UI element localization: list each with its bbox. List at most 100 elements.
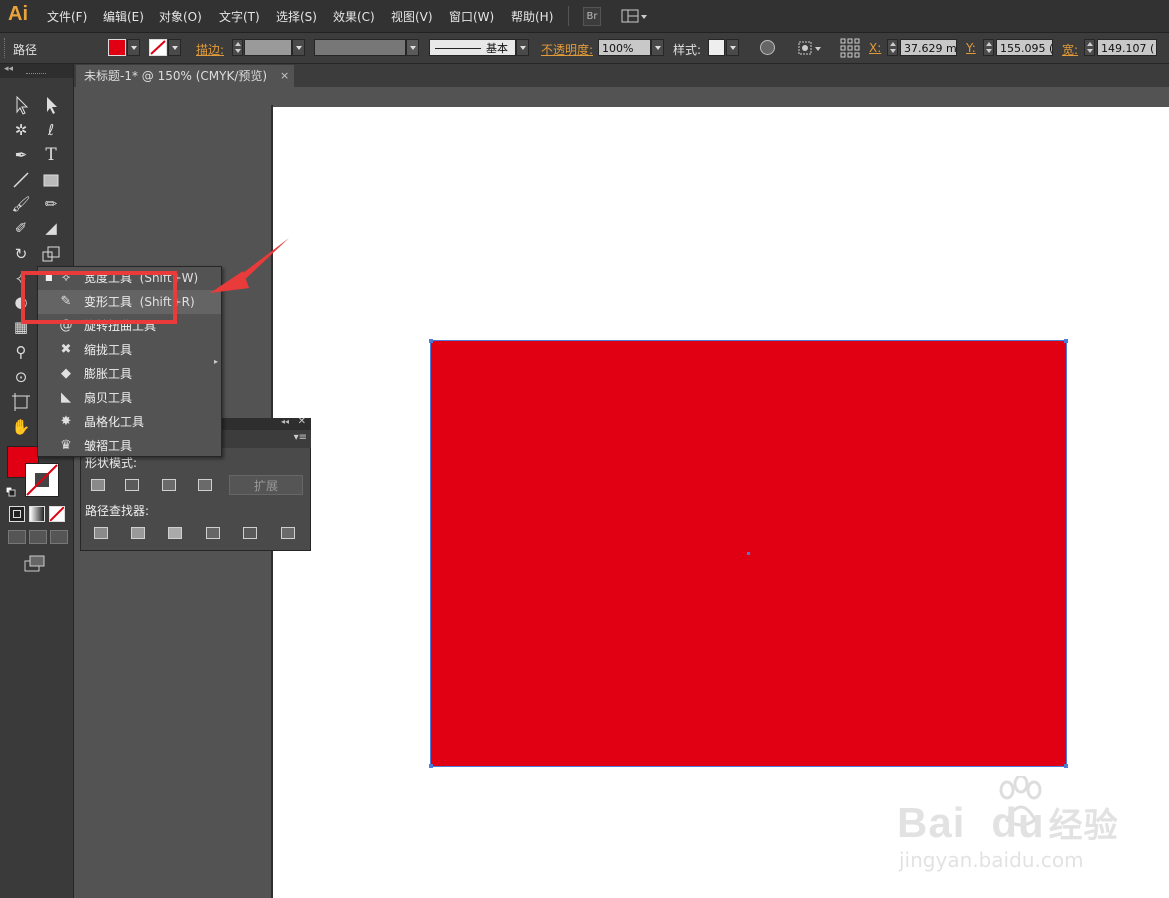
flyout-item-bloat-tool[interactable]: ◆ 膨胀工具 [38,362,221,386]
draw-behind-icon[interactable] [29,530,47,544]
menu-select[interactable]: 选择(S) [276,8,317,25]
document-tab[interactable]: 未标题-1* @ 150% (CMYK/预览) [76,65,294,87]
merge-icon[interactable] [168,527,182,539]
menu-help[interactable]: 帮助(H) [511,8,553,25]
variable-width-profile[interactable] [314,39,406,56]
opacity-dropdown[interactable] [651,39,664,56]
color-mode-icon[interactable] [9,506,25,522]
brush-definition-field[interactable]: 基本 [429,39,516,56]
anchor-point[interactable] [429,764,433,768]
fill-color-swatch[interactable] [108,39,126,56]
rectangle-tool-icon[interactable] [40,169,62,191]
stroke-none-swatch[interactable] [149,39,167,56]
stroke-weight-dropdown[interactable] [292,39,305,56]
tearoff-arrow-icon[interactable]: ▸ [214,357,218,366]
selection-tool-icon[interactable] [10,94,32,116]
unite-icon[interactable] [91,479,105,491]
blob-brush-tool-icon[interactable]: ✐ [10,217,32,239]
direct-selection-tool-icon[interactable] [40,94,62,116]
expand-button[interactable]: 扩展 [229,475,303,495]
intersect-icon[interactable] [162,479,176,491]
isolate-object-icon[interactable] [798,40,822,56]
anchor-point[interactable] [429,339,433,343]
workspace-switcher-icon[interactable] [620,7,648,25]
collapse-panel-icon[interactable]: ◂◂ [281,417,289,426]
x-field[interactable]: 37.629 m [900,39,957,56]
magic-wand-tool-icon[interactable]: ✲ [10,119,32,141]
graphic-style-dropdown[interactable] [726,39,739,56]
draw-inside-icon[interactable] [50,530,68,544]
scale-tool-icon[interactable] [40,243,62,265]
flyout-item-wrinkle-tool[interactable]: ♛ 皱褶工具 [38,434,221,458]
menu-view[interactable]: 视图(V) [391,8,433,25]
width-stepper[interactable] [1084,39,1095,56]
draw-normal-icon[interactable] [8,530,26,544]
close-tab-icon[interactable]: × [280,65,289,87]
pencil-tool-icon[interactable]: ✏ [40,193,62,215]
outline-icon[interactable] [243,527,257,539]
opacity-label[interactable]: 不透明度: [541,41,593,58]
menu-window[interactable]: 窗口(W) [449,8,494,25]
line-tool-icon[interactable] [10,169,32,191]
recolor-artwork-icon[interactable] [760,40,775,55]
bridge-button[interactable]: Br [583,7,601,26]
stroke-label[interactable]: 描边: [196,41,224,58]
anchor-point[interactable] [1064,339,1068,343]
stroke-color-box[interactable] [25,463,59,497]
paintbrush-tool-icon[interactable]: 🖌 [10,193,32,215]
menu-type[interactable]: 文字(T) [219,8,260,25]
y-label[interactable]: Y: [966,41,976,55]
x-label[interactable]: X: [869,41,881,55]
lasso-tool-icon[interactable]: ℓ [40,119,62,141]
graphic-style-swatch[interactable] [708,39,725,56]
align-grid-icon[interactable] [840,38,860,58]
trim-icon[interactable] [131,527,145,539]
menu-object[interactable]: 对象(O) [159,8,202,25]
menu-edit[interactable]: 编辑(E) [103,8,144,25]
y-stepper[interactable] [983,39,994,56]
wrinkle-tool-icon: ♛ [60,438,72,453]
opacity-field[interactable]: 100% [598,39,651,56]
rotate-tool-icon[interactable]: ↻ [10,243,32,265]
screen-mode-icon[interactable] [24,555,46,573]
stroke-dropdown[interactable] [168,39,181,56]
x-stepper[interactable] [887,39,898,56]
tools-panel-header[interactable]: ◂◂ [0,64,73,78]
divide-icon[interactable] [94,527,108,539]
type-tool-icon[interactable]: T [40,144,62,166]
variable-width-dropdown[interactable] [406,39,419,56]
brush-definition-dropdown[interactable] [516,39,529,56]
none-mode-icon[interactable] [49,506,65,522]
default-colors-icon[interactable] [5,486,16,497]
fill-dropdown[interactable] [127,39,140,56]
control-bar: 路径 描边: 基本 不透明度: 100% 样式: X: 37.629 m Y: … [0,33,1169,64]
minus-front-icon[interactable] [125,479,139,491]
flyout-item-crystallize-tool[interactable]: ✸ 晶格化工具 [38,410,221,434]
annotation-highlight-box [21,271,177,324]
anchor-point[interactable] [1064,764,1068,768]
symbol-sprayer-tool-icon[interactable]: ⊙ [10,366,32,388]
width-field[interactable]: 149.107 ( [1097,39,1157,56]
collapse-panel-icon[interactable]: ◂◂ [4,64,13,74]
width-label[interactable]: 宽: [1062,41,1078,58]
y-field[interactable]: 155.095 ( [996,39,1053,56]
exclude-icon[interactable] [198,479,212,491]
flyout-item-pucker-tool[interactable]: ✖ 缩拢工具 [38,338,221,362]
eraser-tool-icon[interactable]: ◢ [40,217,62,239]
artboard-tool-icon[interactable] [10,391,32,413]
hand-tool-icon[interactable]: ✋ [10,416,32,438]
flyout-item-scallop-tool[interactable]: ◣ 扇贝工具 [38,386,221,410]
watermark-brand2: du [991,799,1045,846]
menu-effect[interactable]: 效果(C) [333,8,375,25]
stroke-weight-stepper[interactable] [232,39,243,56]
stroke-weight-field[interactable] [244,39,292,56]
pen-tool-icon[interactable]: ✒ [10,144,32,166]
gradient-mode-icon[interactable] [29,506,45,522]
close-panel-icon[interactable]: ✕ [298,416,306,427]
menu-file[interactable]: 文件(F) [47,8,87,25]
eyedropper-tool-icon[interactable]: ⚲ [10,341,32,363]
crop-icon[interactable] [206,527,220,539]
minus-back-icon[interactable] [281,527,295,539]
scallop-tool-icon: ◣ [61,390,71,405]
panel-menu-icon[interactable]: ▾≡ [294,432,307,443]
